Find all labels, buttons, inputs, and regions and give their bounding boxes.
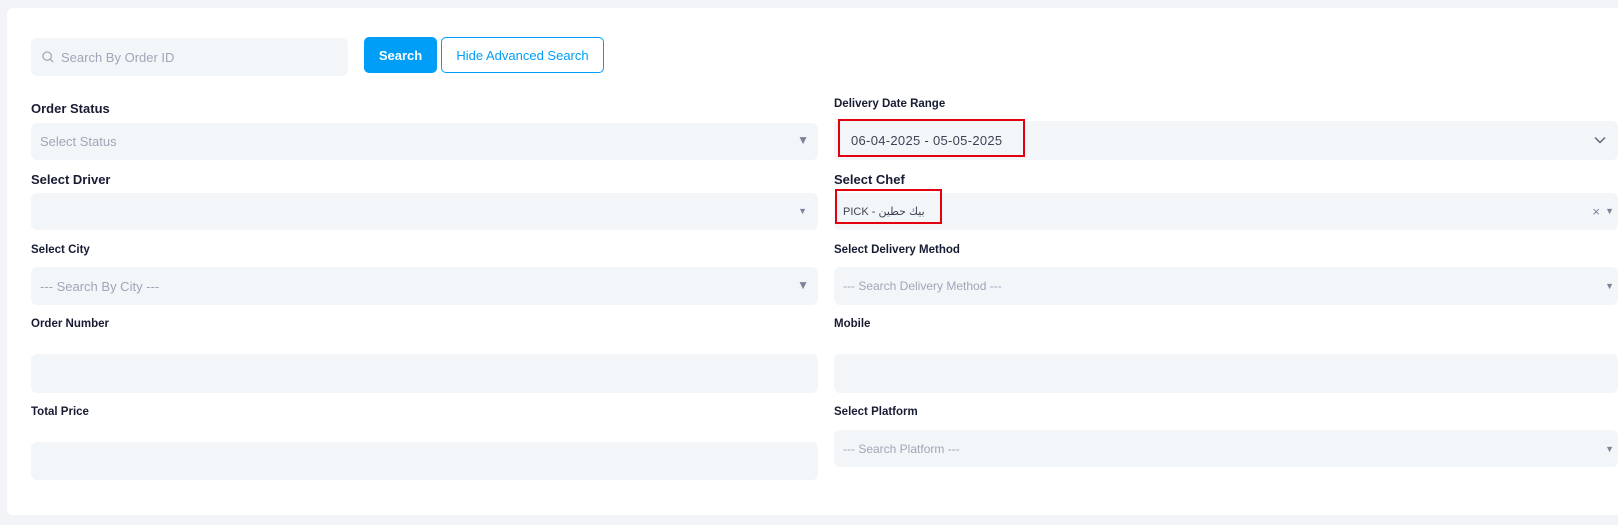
- delivery-method-select[interactable]: --- Search Delivery Method --- ▼: [834, 267, 1618, 305]
- chevron-down-icon: ▼: [797, 133, 809, 147]
- total-price-label: Total Price: [31, 406, 89, 418]
- order-status-select[interactable]: Select Status ▼: [31, 123, 818, 160]
- chevron-down-icon: ▼: [1605, 444, 1614, 454]
- driver-label: Select Driver: [31, 172, 111, 187]
- mobile-label: Mobile: [834, 318, 871, 330]
- search-icon: [42, 51, 54, 63]
- driver-select[interactable]: ▼: [31, 193, 818, 230]
- hide-advanced-search-button[interactable]: Hide Advanced Search: [441, 37, 604, 73]
- total-price-input[interactable]: [31, 442, 818, 480]
- chevron-down-icon: [1594, 137, 1606, 144]
- chef-label: Select Chef: [834, 172, 905, 187]
- chevron-down-icon: ▼: [798, 206, 807, 216]
- platform-select[interactable]: --- Search Platform --- ▼: [834, 430, 1618, 467]
- chevron-down-icon: ▼: [797, 278, 809, 292]
- delivery-method-label: Select Delivery Method: [834, 244, 960, 256]
- city-label: Select City: [31, 244, 90, 256]
- city-select[interactable]: --- Search By City --- ▼: [31, 267, 818, 305]
- city-placeholder: --- Search By City ---: [40, 278, 160, 294]
- chef-select[interactable]: PICK - بيك حطين × ▼: [834, 193, 1618, 230]
- platform-label: Select Platform: [834, 406, 918, 418]
- chevron-down-icon: ▼: [1605, 206, 1614, 216]
- order-status-label: Order Status: [31, 101, 110, 116]
- date-range-highlight: [838, 119, 1025, 157]
- order-status-placeholder: Select Status: [40, 134, 117, 149]
- chevron-down-icon: ▼: [1605, 281, 1614, 291]
- order-number-label: Order Number: [31, 318, 109, 330]
- delivery-date-range-label: Delivery Date Range: [834, 98, 946, 110]
- platform-placeholder: --- Search Platform ---: [843, 441, 960, 456]
- search-button[interactable]: Search: [364, 37, 437, 73]
- close-icon[interactable]: ×: [1592, 204, 1600, 219]
- delivery-method-placeholder: --- Search Delivery Method ---: [843, 279, 1002, 293]
- mobile-input[interactable]: [834, 354, 1618, 393]
- order-number-input[interactable]: [31, 354, 818, 393]
- chef-highlight: [835, 189, 942, 224]
- order-search-box[interactable]: [31, 38, 348, 76]
- order-id-search-input[interactable]: [59, 48, 333, 66]
